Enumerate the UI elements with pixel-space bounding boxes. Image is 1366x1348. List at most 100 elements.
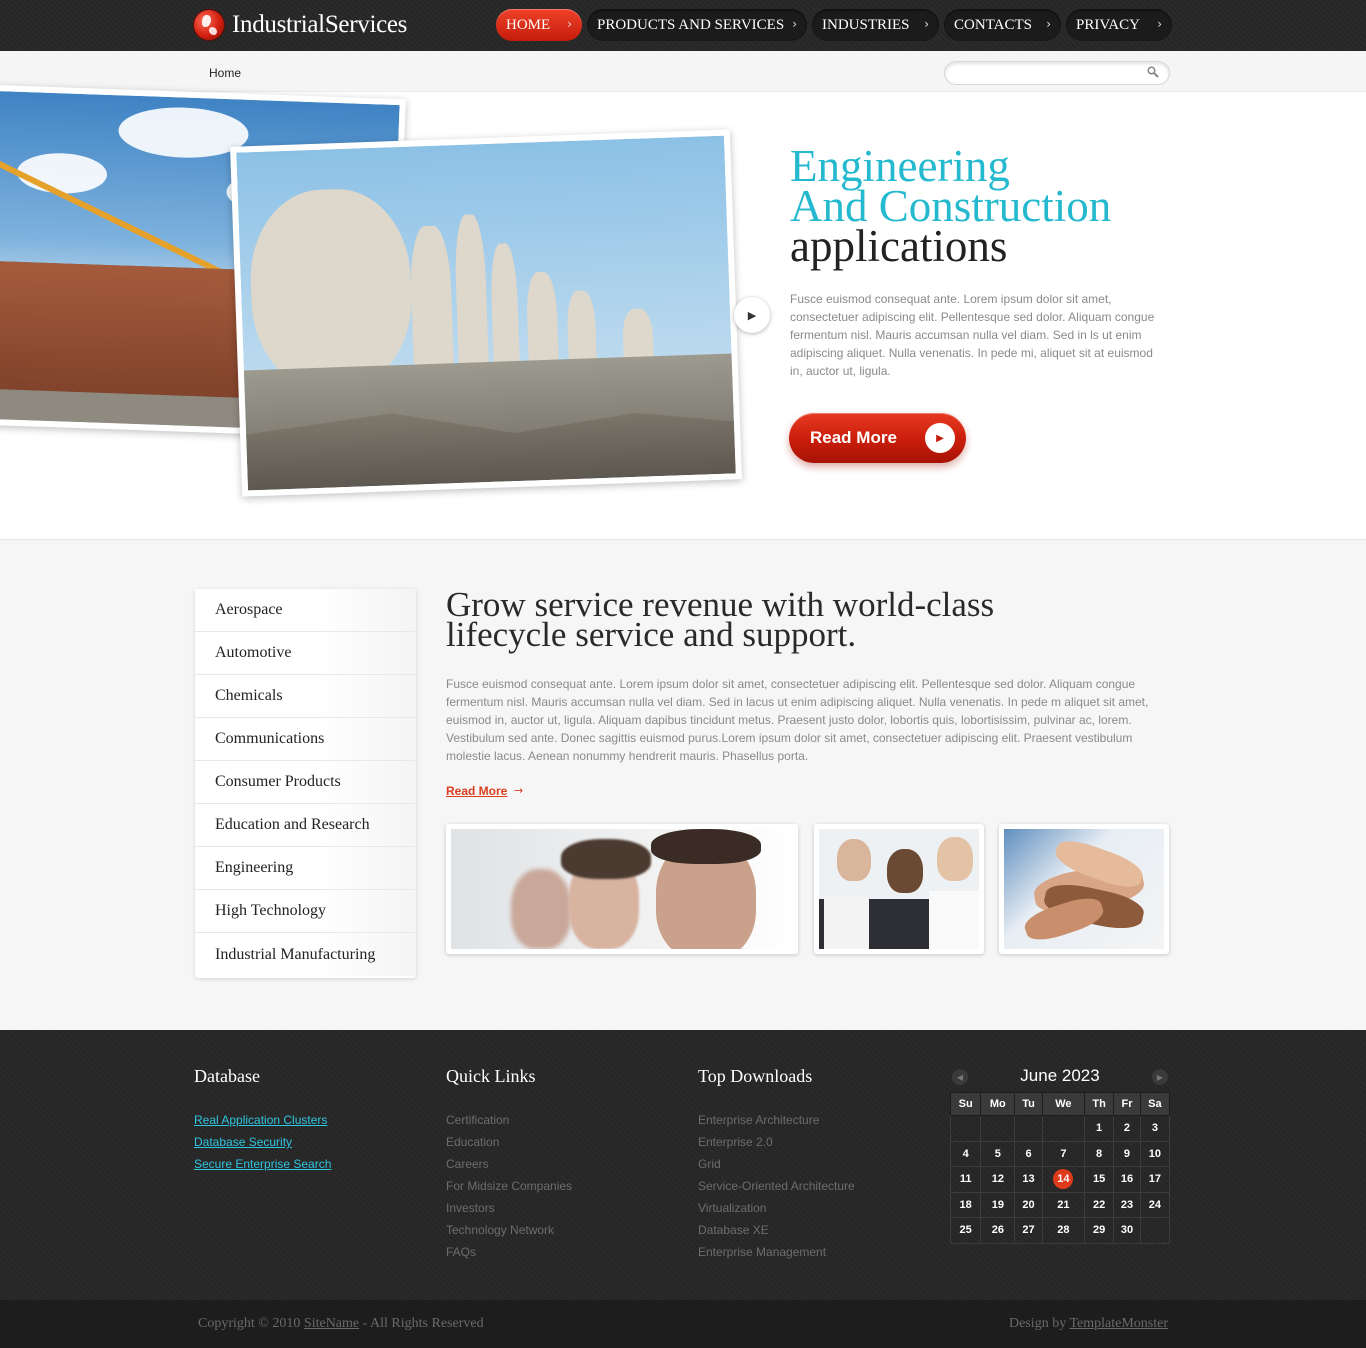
nav-home[interactable]: HOME › [496,9,582,41]
calendar-day[interactable]: 11 [949,1166,982,1193]
calendar-day[interactable]: 20 [1014,1191,1043,1218]
hero-description: Fusce euismod consequat ante. Lorem ipsu… [790,292,1155,378]
calendar-prev-icon[interactable]: ◀ [952,1069,968,1085]
weekday-header: Mo [980,1092,1016,1116]
calendar-day-number: 7 [1060,1147,1067,1160]
design-credit: Design by TemplateMonster [1009,1316,1168,1332]
footer-link[interactable]: Real Application Clusters [194,1109,331,1131]
footer-link[interactable]: Virtualization [698,1197,855,1219]
footer-link[interactable]: Technology Network [446,1219,572,1241]
sidebar-item-chemicals[interactable]: Chemicals [195,675,416,718]
calendar-day[interactable]: 3 [1139,1115,1171,1142]
sidebar-item-engineering[interactable]: Engineering [195,847,416,890]
calendar-day[interactable]: 12 [980,1166,1016,1193]
footer-link[interactable]: Database Security [194,1131,331,1153]
calendar-day[interactable]: 19 [980,1191,1016,1218]
calendar-day[interactable]: 8 [1084,1140,1115,1167]
footer-link[interactable]: Grid [698,1153,855,1175]
calendar-day[interactable]: 16 [1113,1166,1141,1193]
calendar-day[interactable]: 6 [1014,1140,1043,1167]
chevron-right-icon: › [1046,17,1051,31]
slider-next-button[interactable]: ▶ [734,297,770,333]
sidebar-item-industrial-manufacturing[interactable]: Industrial Manufacturing [195,933,416,976]
calendar-day-number: 24 [1148,1198,1162,1211]
hero-read-more-button[interactable]: Read More ▶ [789,413,966,463]
search-input[interactable] [955,62,1145,84]
chevron-right-icon: › [567,17,572,31]
calendar-header: ◀ June 2023 ▶ [950,1064,1170,1088]
chevron-right-icon: › [1157,17,1162,31]
sidebar-item-communications[interactable]: Communications [195,718,416,761]
calendar-day-number: 27 [1022,1224,1035,1237]
calendar-day-number: 22 [1092,1198,1106,1211]
globe-logo-icon [194,10,224,40]
search-icon[interactable] [1147,66,1159,78]
calendar-day-number: 10 [1148,1147,1162,1160]
calendar-day-number: 12 [991,1173,1004,1186]
footer-link[interactable]: Service-Oriented Architecture [698,1175,855,1197]
sidebar-item-education-and-research[interactable]: Education and Research [195,804,416,847]
footer-link[interactable]: Database XE [698,1219,855,1241]
calendar-day[interactable]: 30 [1113,1217,1141,1244]
logo[interactable]: IndustrialServices [194,9,407,41]
site-name-link[interactable]: SiteName [304,1316,359,1331]
calendar-day[interactable]: 15 [1084,1166,1115,1193]
calendar-day-number: 25 [959,1224,972,1237]
calendar-day[interactable]: 4 [949,1140,982,1167]
calendar-day[interactable]: 22 [1084,1191,1115,1218]
calendar-day[interactable]: 21 [1041,1191,1086,1218]
calendar-day[interactable]: 28 [1041,1217,1086,1244]
nav-products-and-services[interactable]: PRODUCTS AND SERVICES › [587,9,807,41]
calendar-day[interactable]: 10 [1139,1140,1171,1167]
calendar-day[interactable]: 14 [1041,1166,1086,1193]
sidebar-item-automotive[interactable]: Automotive [195,632,416,675]
nav-privacy[interactable]: PRIVACY › [1066,9,1172,41]
footer-link[interactable]: Enterprise 2.0 [698,1131,855,1153]
team-photo-thumbnail[interactable] [446,824,798,954]
nav-contacts[interactable]: CONTACTS › [944,9,1061,41]
business-team-thumbnail[interactable] [814,824,984,954]
nav-label: CONTACTS [954,16,1032,33]
calendar-day[interactable]: 18 [949,1191,982,1218]
calendar-day[interactable]: 5 [980,1140,1016,1167]
calendar-day[interactable]: 13 [1014,1166,1043,1193]
footer-link[interactable]: Investors [446,1197,572,1219]
sidebar-item-aerospace[interactable]: Aerospace [195,589,416,632]
footer-link[interactable]: Careers [446,1153,572,1175]
footer-link[interactable]: FAQs [446,1241,572,1263]
footer-link[interactable]: Enterprise Architecture [698,1109,855,1131]
breadcrumb[interactable]: Home [209,66,241,80]
footer-link[interactable]: Education [446,1131,572,1153]
calendar-empty-cell [1014,1115,1043,1142]
footer-link[interactable]: Certification [446,1109,572,1131]
calendar-next-icon[interactable]: ▶ [1152,1069,1168,1085]
calendar-day[interactable]: 25 [949,1217,982,1244]
footer-link[interactable]: For Midsize Companies [446,1175,572,1197]
hero-title-line: And Construction [790,181,1112,231]
calendar-day[interactable]: 26 [980,1217,1016,1244]
footer-link[interactable]: Enterprise Management [698,1241,855,1263]
calendar-day[interactable]: 23 [1113,1191,1141,1218]
calendar-day[interactable]: 29 [1084,1217,1115,1244]
footer-link[interactable]: Secure Enterprise Search [194,1153,331,1175]
footer-heading: Database [194,1066,260,1086]
footer-heading: Top Downloads [698,1066,813,1086]
calendar-day[interactable]: 27 [1014,1217,1043,1244]
calendar-day[interactable]: 7 [1041,1140,1086,1167]
sidebar-item-high-technology[interactable]: High Technology [195,890,416,933]
calendar-day[interactable]: 1 [1084,1115,1115,1142]
main-read-more-link[interactable]: Read More [446,784,507,798]
nav-industries[interactable]: INDUSTRIES › [812,9,939,41]
chevron-right-icon: › [792,17,797,31]
calendar-day[interactable]: 17 [1139,1166,1171,1193]
calendar-day[interactable]: 2 [1113,1115,1141,1142]
template-monster-link[interactable]: TemplateMonster [1069,1316,1168,1331]
nav-label: PRODUCTS AND SERVICES [597,16,785,33]
calendar-empty-cell [1041,1115,1086,1142]
sidebar-item-consumer-products[interactable]: Consumer Products [195,761,416,804]
calendar-day-number: 8 [1096,1147,1103,1160]
calendar-day[interactable]: 9 [1113,1140,1141,1167]
calendar-day[interactable]: 24 [1139,1191,1171,1218]
teamwork-hands-thumbnail[interactable] [999,824,1169,954]
calendar-day-number: 19 [991,1198,1004,1211]
